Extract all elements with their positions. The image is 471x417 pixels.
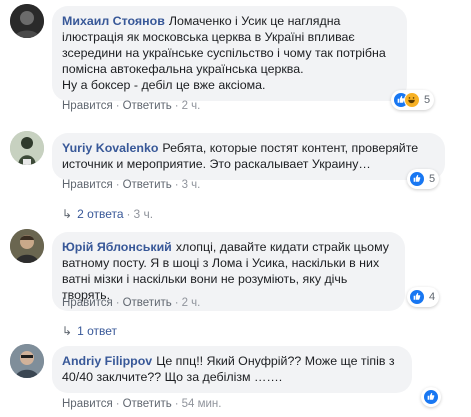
replies-timestamp: 3 ч. [133,207,154,221]
comment-actions: Нравится · Ответить · 2 ч. [62,297,200,309]
separator: · [115,179,120,191]
timestamp[interactable]: 2 ч. [182,297,201,309]
avatar[interactable] [10,4,44,38]
timestamp[interactable]: 2 ч. [182,100,201,112]
replies-count: 2 ответа [77,207,124,221]
like-icon [409,171,425,187]
like-button[interactable]: Нравится [62,297,113,309]
like-icon [423,389,439,405]
reply-button[interactable]: Ответить [123,179,172,191]
reply-button[interactable]: Ответить [123,100,172,112]
like-icon [409,289,425,305]
separator: · [174,179,179,191]
comment-bubble: Михаил Стоянов Ломаченко і Усик це нагляд… [52,6,407,101]
separator: · [126,207,131,221]
reply-arrow-icon: ↳ [62,207,73,221]
separator: · [115,100,120,112]
like-button[interactable]: Нравится [62,398,113,410]
comment-actions: Нравится · Ответить · 3 ч. [62,179,200,191]
view-replies-link[interactable]: ↳ 1 ответ [62,324,117,338]
reactions-summary[interactable]: 5 [391,90,435,110]
separator: · [115,297,120,309]
reaction-count: 5 [424,94,431,106]
reaction-count: 4 [429,291,436,303]
reply-button[interactable]: Ответить [123,297,172,309]
reactions-summary[interactable]: 5 [407,169,440,189]
separator: · [174,398,179,410]
avatar-image [10,344,44,378]
comment-actions: Нравится · Ответить · 2 ч. [62,100,200,112]
separator: · [174,100,179,112]
timestamp[interactable]: 3 ч. [182,179,201,191]
separator: · [115,398,120,410]
like-button[interactable]: Нравится [62,100,113,112]
comment-bubble: Yuriy Kovalenko Ребята, которые постят ко… [52,133,445,180]
reactions-summary[interactable]: 4 [407,287,440,307]
reaction-count: 5 [429,173,436,185]
avatar-image [10,4,44,38]
comment-author[interactable]: Юрій Яблонський [62,240,172,254]
comment-author[interactable]: Yuriy Kovalenko [62,141,158,155]
haha-icon [404,92,420,108]
separator: · [174,297,179,309]
reply-button[interactable]: Ответить [123,398,172,410]
avatar[interactable] [10,229,44,263]
comment-bubble: Andriy Filippov Це ппц!! Який Онуфрій?? М… [52,346,412,393]
reactions-summary[interactable] [421,387,441,407]
comment-author[interactable]: Andriy Filippov [62,354,152,368]
comment-author[interactable]: Михаил Стоянов [62,14,165,28]
reply-arrow-icon: ↳ [62,324,73,338]
like-button[interactable]: Нравится [62,179,113,191]
replies-count: 1 ответ [77,324,117,338]
timestamp[interactable]: 54 мин. [182,398,222,410]
avatar-image [10,131,44,165]
avatar-image [10,229,44,263]
avatar[interactable] [10,131,44,165]
comment-actions: Нравится · Ответить · 54 мин. [62,398,221,410]
view-replies-link[interactable]: ↳ 2 ответа · 3 ч. [62,207,153,221]
comment-text-line2: Ну а боксер - дебіл це вже аксіома. [62,78,266,92]
avatar[interactable] [10,344,44,378]
